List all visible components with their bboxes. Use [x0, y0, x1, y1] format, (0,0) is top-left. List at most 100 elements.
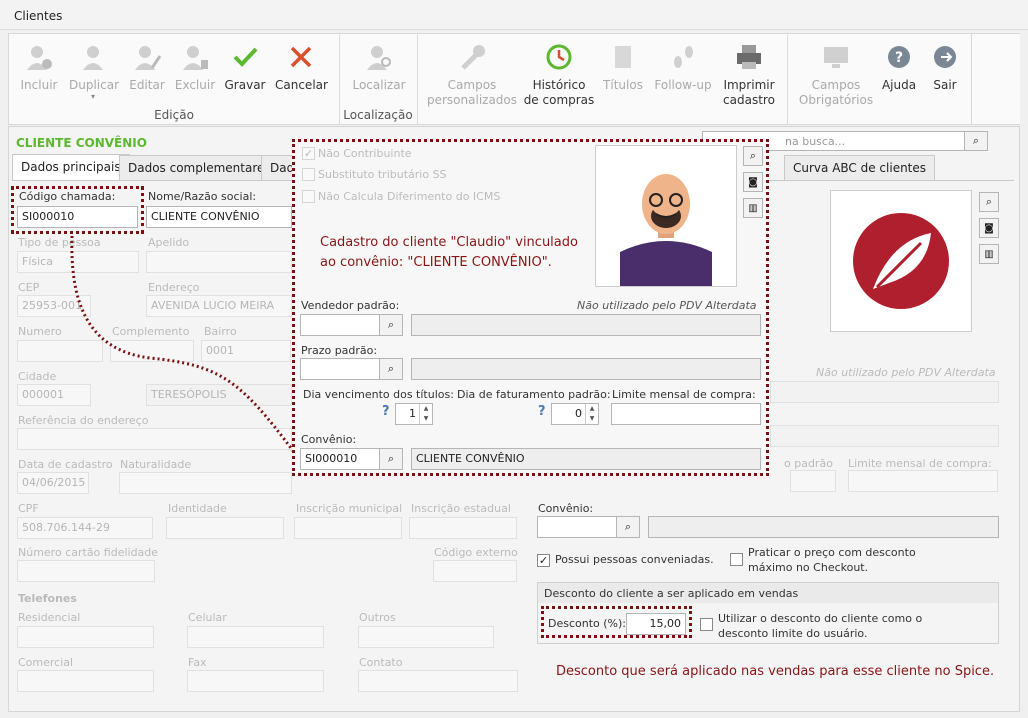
vendedor-label: Vendedor padrão: [301, 299, 400, 312]
popup-convenio-search-button[interactable]: ⌕ [379, 448, 403, 470]
cep-input[interactable]: 25953-001 [17, 295, 91, 317]
prazo-code-input[interactable] [300, 358, 380, 380]
bg-prazo-label: o padrão [784, 457, 833, 470]
vendedor-code-input[interactable] [300, 314, 380, 336]
tab-dados-principais[interactable]: Dados principais [12, 154, 130, 181]
bairro-input[interactable]: 0001 [201, 340, 291, 362]
popup-convenio-label: Convênio: [301, 433, 357, 446]
cep-label: CEP [18, 281, 40, 294]
identidade-label: Identidade [168, 502, 227, 515]
tipo-pessoa-label: Tipo de pessoa [18, 236, 101, 249]
cidade-name-input: TERESÓPOLIS [146, 384, 292, 406]
campos-obrigatorios-button[interactable]: Campos Obrigatórios [797, 40, 875, 108]
printer-icon [732, 40, 766, 74]
insc-estadual-label: Inscrição estadual [411, 502, 511, 515]
codigo-highlight [11, 186, 144, 234]
comercial-input[interactable] [17, 670, 154, 692]
desconto-highlight [541, 606, 692, 638]
referencia-input[interactable] [17, 428, 292, 450]
residencial-label: Residencial [18, 611, 81, 624]
desconto-group-title: Desconto do cliente a ser aplicado em ve… [544, 587, 799, 600]
convenio-code-input[interactable] [537, 516, 617, 538]
praticar-preco-checkbox[interactable] [730, 553, 743, 566]
editar-button[interactable]: Editar [125, 40, 169, 92]
codigo-externo-input[interactable] [433, 560, 517, 582]
titulos-button[interactable]: Títulos [601, 40, 645, 92]
bg-prazo-spin[interactable] [790, 470, 836, 492]
sair-button[interactable]: Sair [925, 40, 965, 92]
imprimir-cadastro-button[interactable]: Imprimir cadastro [717, 40, 781, 108]
nome-label: Nome/Razão social: [148, 190, 257, 203]
prazo-name-input [411, 358, 761, 380]
residencial-input[interactable] [17, 626, 154, 648]
dia-faturamento-help-icon[interactable]: ? [538, 404, 546, 419]
excluir-button[interactable]: Excluir [173, 40, 217, 92]
logo-search-button[interactable]: ⌕ [979, 192, 999, 212]
avatar-camera-button[interactable]: ◙ [743, 172, 763, 192]
ribbon-group-edicao: Edição [154, 108, 194, 122]
popup-annotation-line-1: Cadastro do cliente "Claudio" vinculado [320, 235, 578, 250]
avatar-delete-button[interactable]: ▥ [743, 198, 763, 218]
possui-conveniadas-checkbox[interactable]: ✓ [537, 554, 550, 567]
bg-limite-label: Limite mensal de compra: [848, 457, 992, 470]
telefones-label: Telefones [18, 592, 77, 605]
nome-input[interactable]: CLIENTE CONVÊNIO [146, 206, 292, 228]
dia-vencimento-help-icon[interactable]: ? [382, 404, 390, 419]
nao-contribuinte-checkbox[interactable]: ✓ [302, 147, 315, 160]
numero-input[interactable] [17, 340, 103, 362]
complemento-input[interactable] [110, 340, 194, 362]
duplicar-button[interactable]: Duplicar ▾ [69, 40, 119, 101]
outros-input[interactable] [358, 626, 494, 648]
data-cadastro-input[interactable]: 04/06/2015 [17, 472, 89, 494]
historico-compras-button[interactable]: Histórico de compras [521, 40, 597, 108]
insc-municipal-label: Inscrição municipal [296, 502, 403, 515]
celular-label: Celular [188, 611, 227, 624]
tab-dad[interactable]: Dad [261, 155, 295, 180]
limite-mensal-input[interactable] [611, 403, 761, 425]
celular-input[interactable] [187, 626, 324, 648]
endereco-input[interactable]: AVENIDA LUCIO MEIRA [146, 295, 292, 317]
followup-button[interactable]: Follow-up [653, 40, 713, 92]
client-avatar [595, 145, 737, 287]
apelido-input[interactable] [146, 251, 292, 273]
bg-limite-input[interactable] [848, 470, 998, 492]
naturalidade-input[interactable] [119, 472, 292, 494]
spin-arrows-icon[interactable]: ▲ ▼ [419, 404, 432, 424]
popup-convenio-code-input[interactable]: SI000010 [300, 448, 380, 470]
insc-estadual-input[interactable] [409, 517, 517, 539]
utilizar-desconto-checkbox[interactable] [700, 618, 713, 631]
cpf-input[interactable]: 508.706.144-29 [17, 517, 153, 539]
spin-arrows-icon[interactable]: ▲ ▼ [585, 404, 598, 424]
trash-icon: ▥ [984, 248, 994, 260]
cidade-code-input[interactable]: 000001 [17, 384, 91, 406]
tab-dados-complementares[interactable]: Dados complementares [119, 155, 280, 180]
substituto-checkbox[interactable] [302, 168, 315, 181]
possui-conveniadas-label: Possui pessoas conveniadas. [555, 553, 714, 566]
incluir-button[interactable]: Incluir [17, 40, 61, 92]
ajuda-button[interactable]: ? Ajuda [879, 40, 919, 92]
identidade-input[interactable] [166, 517, 284, 539]
logo-camera-button[interactable]: ◙ [979, 218, 999, 238]
search-button[interactable]: ⌕ [964, 131, 988, 151]
tipo-pessoa-select[interactable]: Física [17, 251, 139, 273]
cancelar-button[interactable]: Cancelar [275, 40, 328, 92]
prazo-search-button[interactable]: ⌕ [379, 358, 403, 380]
fax-input[interactable] [187, 670, 324, 692]
tab-curva-abc[interactable]: Curva ABC de clientes [784, 155, 936, 180]
substituto-label: Substituto tributário SS [318, 168, 447, 181]
campos-personalizados-button[interactable]: Campos personalizados [427, 40, 517, 108]
ribbon-separator [787, 34, 788, 124]
logo-delete-button[interactable]: ▥ [979, 244, 999, 264]
avatar-search-button[interactable]: ⌕ [743, 146, 763, 166]
ribbon-toolbar: Incluir Duplicar ▾ Editar Excluir Gravar … [8, 33, 972, 125]
cartao-fidelidade-input[interactable] [17, 560, 155, 582]
dia-vencimento-spin[interactable]: 1 ▲ ▼ [395, 403, 433, 425]
diferimento-checkbox[interactable] [302, 190, 315, 203]
dia-faturamento-spin[interactable]: 0 ▲ ▼ [551, 403, 599, 425]
convenio-search-button[interactable]: ⌕ [616, 516, 640, 538]
localizar-button[interactable]: Localizar [351, 40, 407, 92]
contato-input[interactable] [358, 670, 518, 692]
insc-municipal-input[interactable] [294, 517, 402, 539]
gravar-button[interactable]: Gravar [223, 40, 267, 92]
vendedor-search-button[interactable]: ⌕ [379, 314, 403, 336]
